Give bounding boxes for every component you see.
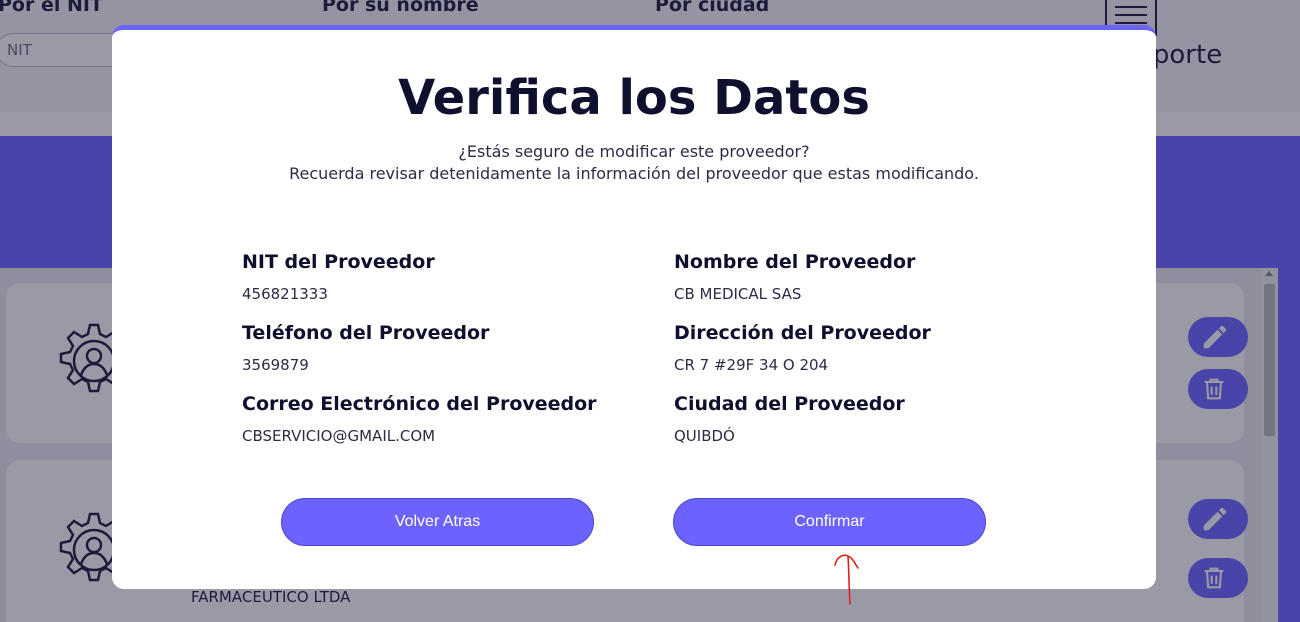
nit-value: 456821333 xyxy=(242,285,328,303)
nombre-label: Nombre del Proveedor xyxy=(674,251,916,273)
correo-value: CBSERVICIO@GMAIL.COM xyxy=(242,427,436,445)
direccion-value: CR 7 #29F 34 O 204 xyxy=(674,356,829,374)
nombre-value: CB MEDICAL SAS xyxy=(674,285,802,303)
modal-subtitle-reminder: Recuerda revisar detenidamente la inform… xyxy=(289,164,979,183)
confirm-button[interactable]: Confirmar xyxy=(673,498,986,546)
back-button[interactable]: Volver Atras xyxy=(281,498,594,546)
modal-title: Verifica los Datos xyxy=(398,70,870,126)
modal-subtitle-question: ¿Estás seguro de modificar este proveedo… xyxy=(458,142,810,161)
direccion-label: Dirección del Proveedor xyxy=(674,322,931,344)
telefono-value: 3569879 xyxy=(242,356,309,374)
verify-data-modal: Verifica los Datos ¿Estás seguro de modi… xyxy=(112,25,1156,589)
ciudad-value: QUIBDÓ xyxy=(674,427,735,445)
correo-label: Correo Electrónico del Proveedor xyxy=(242,393,597,415)
annotation-arrow-icon xyxy=(834,554,859,605)
ciudad-label: Ciudad del Proveedor xyxy=(674,393,905,415)
telefono-label: Teléfono del Proveedor xyxy=(242,322,490,344)
nit-label: NIT del Proveedor xyxy=(242,251,435,273)
